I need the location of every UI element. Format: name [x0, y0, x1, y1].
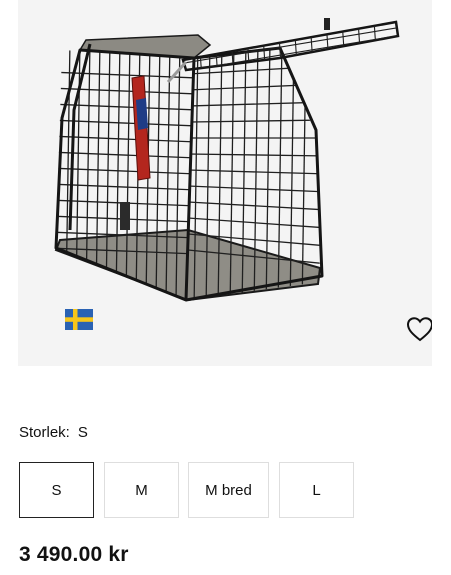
size-option-label: M bred — [205, 481, 252, 499]
size-option-label: L — [312, 481, 321, 499]
product-image — [18, 0, 432, 366]
heart-icon[interactable] — [406, 316, 432, 342]
size-label: Storlek: — [19, 424, 70, 441]
product-price: 3 490.00 kr — [19, 543, 129, 566]
selected-size-value: S — [77, 424, 88, 441]
size-option-label: S — [51, 481, 62, 499]
size-option-s[interactable]: S — [19, 462, 94, 518]
size-option-m[interactable]: M — [104, 462, 179, 518]
sweden-flag-icon — [65, 309, 93, 330]
size-option-label: M — [135, 481, 148, 499]
size-option-m-bred[interactable]: M bred — [188, 462, 269, 518]
size-selector-label: Storlek: S — [19, 424, 88, 441]
size-option-l[interactable]: L — [279, 462, 354, 518]
